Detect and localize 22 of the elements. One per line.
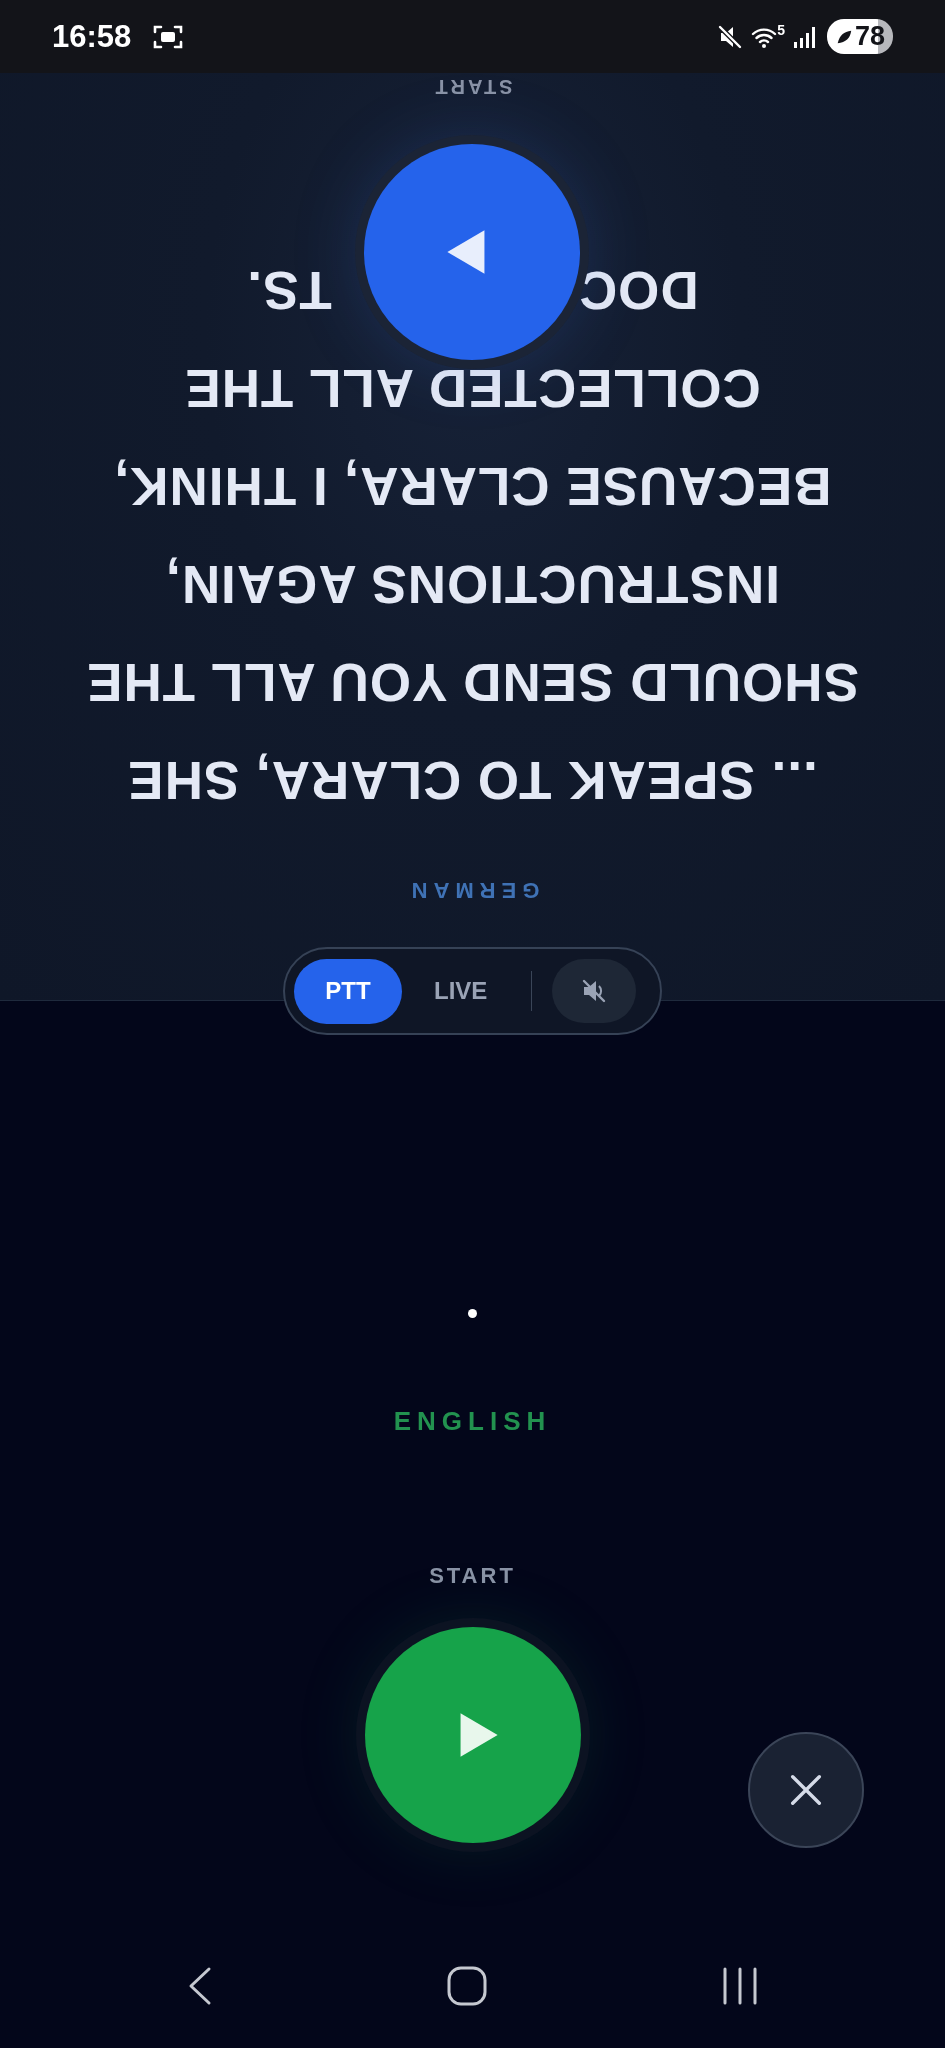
home-icon[interactable] xyxy=(445,1965,488,2007)
mode-tab[interactable]: PTT xyxy=(294,958,402,1024)
start-label: START xyxy=(432,75,513,99)
caption-line: COLLECTED ALL THE xyxy=(184,358,761,420)
caption-line: ... SPEAK TO CLARA, SHE xyxy=(127,750,818,812)
mute-icon xyxy=(717,23,744,50)
battery-level: 78 xyxy=(854,21,885,52)
clock: 16:58 xyxy=(52,18,132,55)
mode-tab[interactable]: LIVE xyxy=(406,958,516,1024)
muted-speaker-icon xyxy=(581,978,608,1004)
activity-dot xyxy=(468,1309,477,1318)
language-label: GERMAN xyxy=(405,877,540,905)
caption-line: SHOULD SEND YOU ALL THE xyxy=(86,652,859,714)
start-label: START xyxy=(429,1563,516,1589)
caption-line: INSTRUCTIONS AGAIN, xyxy=(165,554,780,616)
network-band-label: 5 xyxy=(777,22,785,38)
screenshot-icon xyxy=(153,23,184,50)
caption-line: BECAUSE CLARA, I THINK, xyxy=(113,456,832,518)
caption-fragment: DOC xyxy=(577,260,699,322)
language-label: ENGLISH xyxy=(393,1405,552,1437)
caption-fragment: TS. xyxy=(246,260,332,322)
signal-icon xyxy=(792,24,815,49)
